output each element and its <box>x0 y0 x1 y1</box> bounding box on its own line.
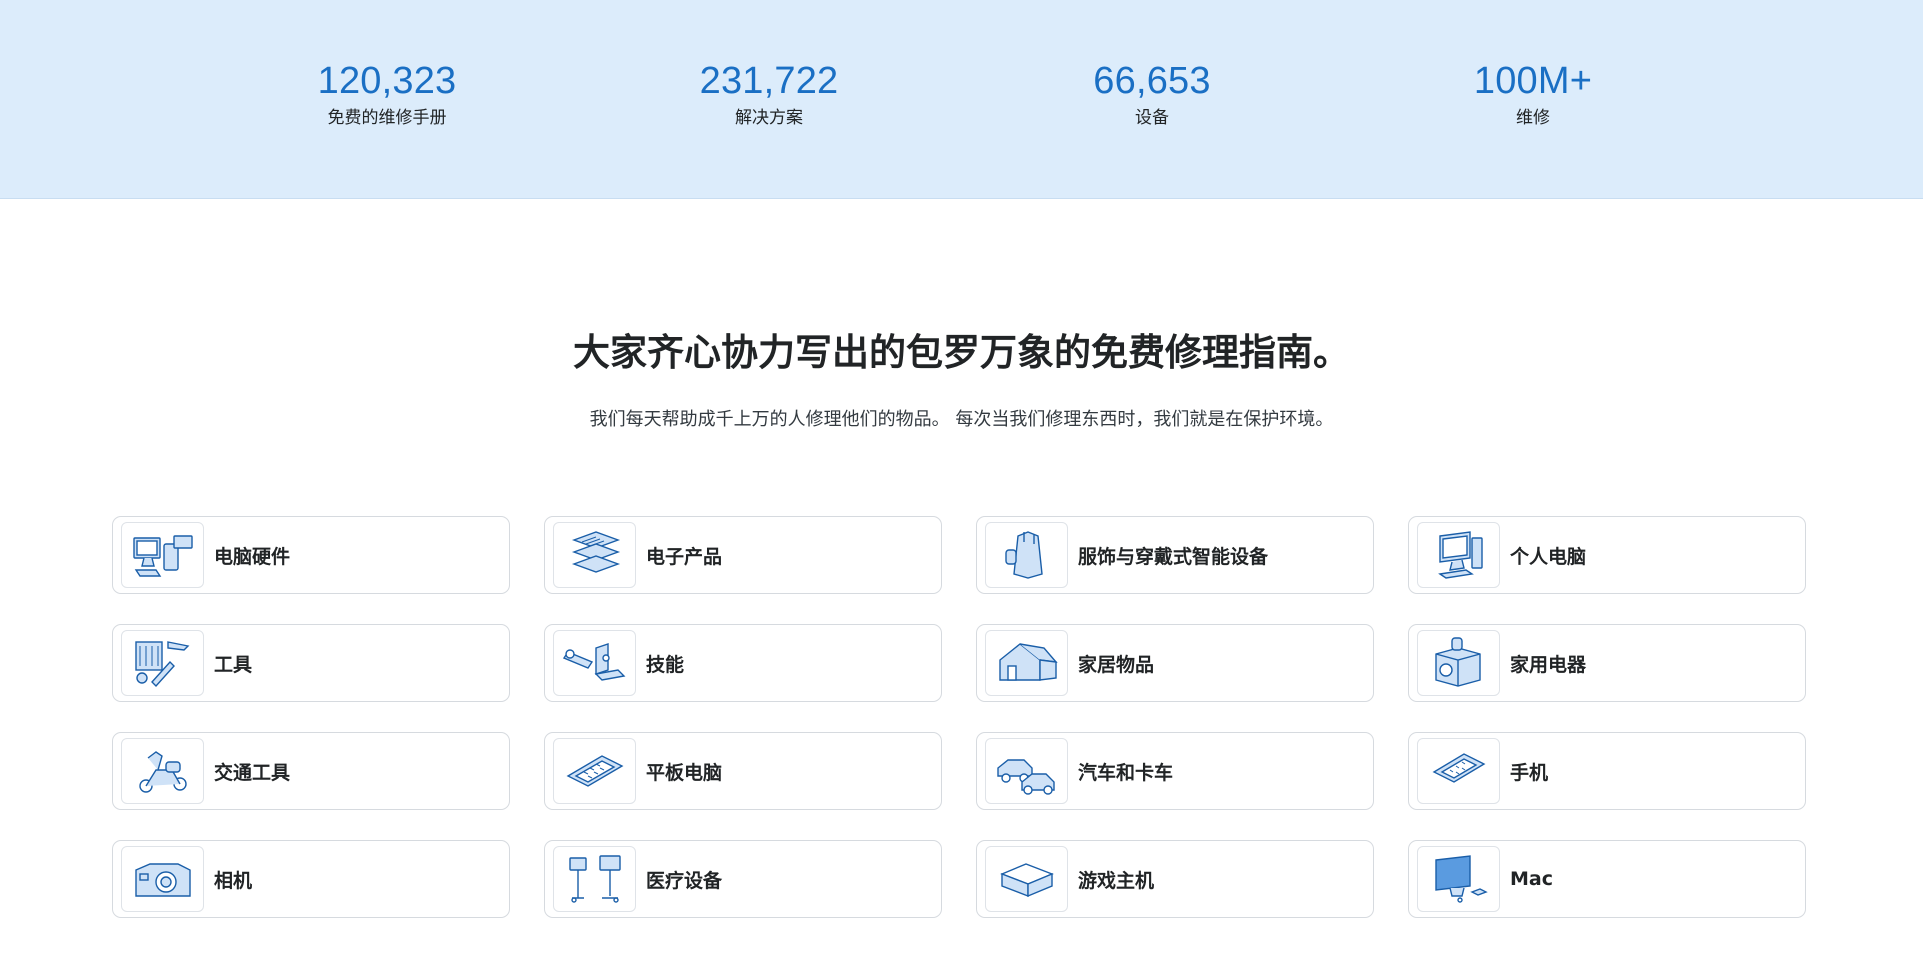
category-label: 交通工具 <box>214 761 291 784</box>
category-card-game-console[interactable]: 游戏主机 <box>976 840 1374 918</box>
computer-hardware-icon <box>121 522 204 588</box>
category-label: 游戏主机 <box>1078 869 1155 892</box>
category-card-apparel-wearables[interactable]: 服饰与穿戴式智能设备 <box>976 516 1374 594</box>
category-card-mac[interactable]: Mac <box>1408 840 1806 918</box>
category-label: 汽车和卡车 <box>1078 761 1174 784</box>
stat-repairs: 100M+ 维修 <box>1383 60 1683 130</box>
stat-label: 设备 <box>1135 108 1169 128</box>
skills-icon <box>553 630 636 696</box>
stat-value: 231,722 <box>699 60 839 102</box>
category-label: 手机 <box>1510 761 1549 784</box>
stat-manuals: 120,323 免费的维修手册 <box>237 60 537 130</box>
category-label: 家用电器 <box>1510 653 1587 676</box>
category-label: 技能 <box>646 653 685 676</box>
page-subtitle: 我们每天帮助成千上万的人修理他们的物品。 每次当我们修理东西时，我们就是在保护环… <box>589 409 1334 430</box>
category-card-medical-device[interactable]: 医疗设备 <box>544 840 942 918</box>
phone-icon <box>1417 738 1500 804</box>
stat-value: 100M+ <box>1473 60 1593 102</box>
category-card-pc[interactable]: 个人电脑 <box>1408 516 1806 594</box>
category-label: 工具 <box>214 653 253 676</box>
medical-device-icon <box>553 846 636 912</box>
category-card-car-truck[interactable]: 汽车和卡车 <box>976 732 1374 810</box>
stat-value: 120,323 <box>317 60 457 102</box>
electronics-icon <box>553 522 636 588</box>
car-truck-icon <box>985 738 1068 804</box>
tablet-icon <box>553 738 636 804</box>
category-label: 相机 <box>214 869 253 892</box>
vehicle-icon <box>121 738 204 804</box>
category-label: 家居物品 <box>1078 653 1155 676</box>
category-card-appliance[interactable]: 家用电器 <box>1408 624 1806 702</box>
category-card-electronics[interactable]: 电子产品 <box>544 516 942 594</box>
tools-icon <box>121 630 204 696</box>
category-label: 医疗设备 <box>646 869 723 892</box>
category-card-tools[interactable]: 工具 <box>112 624 510 702</box>
game-console-icon <box>985 846 1068 912</box>
stat-label: 免费的维修手册 <box>327 108 447 128</box>
category-card-skills[interactable]: 技能 <box>544 624 942 702</box>
category-card-household[interactable]: 家居物品 <box>976 624 1374 702</box>
category-label: 电子产品 <box>646 545 723 568</box>
category-card-camera[interactable]: 相机 <box>112 840 510 918</box>
mac-icon <box>1417 846 1500 912</box>
stat-label: 维修 <box>1516 108 1550 128</box>
category-card-phone[interactable]: 手机 <box>1408 732 1806 810</box>
appliance-icon <box>1417 630 1500 696</box>
apparel-wearables-icon <box>985 522 1068 588</box>
household-icon <box>985 630 1068 696</box>
category-label: 平板电脑 <box>646 761 723 784</box>
stats-banner: 120,323 免费的维修手册 231,722 解决方案 66,653 设备 1… <box>0 0 1923 199</box>
camera-icon <box>121 846 204 912</box>
stat-solutions: 231,722 解决方案 <box>619 60 919 130</box>
category-label: 个人电脑 <box>1510 545 1587 568</box>
category-card-tablet[interactable]: 平板电脑 <box>544 732 942 810</box>
pc-icon <box>1417 522 1500 588</box>
category-label: 服饰与穿戴式智能设备 <box>1078 545 1269 568</box>
category-label: 电脑硬件 <box>214 545 291 568</box>
stat-value: 66,653 <box>1093 60 1211 102</box>
stat-label: 解决方案 <box>735 108 803 128</box>
page-title: 大家齐心协力写出的包罗万象的免费修理指南。 <box>573 331 1350 374</box>
category-card-computer-hardware[interactable]: 电脑硬件 <box>112 516 510 594</box>
stat-devices: 66,653 设备 <box>1002 60 1302 130</box>
category-grid: 电脑硬件 电子产品 服饰与穿戴式智能设备 个人电脑 工具 技能 家居物品 家用电… <box>112 516 1808 918</box>
category-label: Mac <box>1510 868 1553 890</box>
category-card-vehicle[interactable]: 交通工具 <box>112 732 510 810</box>
